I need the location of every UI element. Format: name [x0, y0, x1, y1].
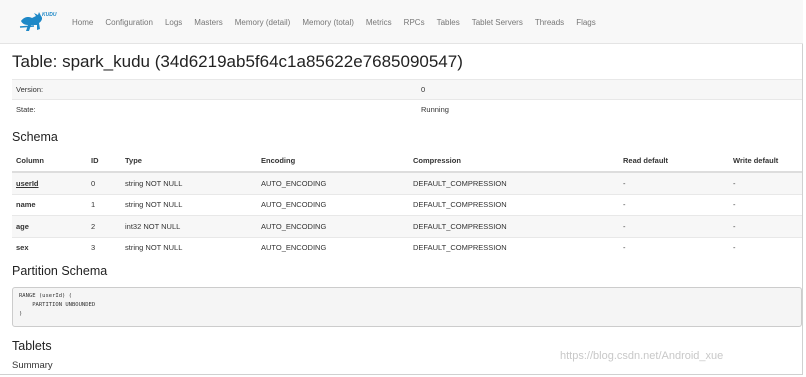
col-compression-cell: DEFAULT_COMPRESSION: [409, 236, 619, 258]
nav-item-flags[interactable]: Flags: [570, 18, 602, 27]
col-compression-cell: DEFAULT_COMPRESSION: [409, 193, 619, 216]
kudu-logo-icon[interactable]: KUDU: [18, 7, 58, 37]
col-name-cell: name: [12, 193, 87, 216]
column-header: Encoding: [257, 150, 409, 173]
col-name-cell: age: [12, 215, 87, 237]
nav-item-logs[interactable]: Logs: [159, 18, 188, 27]
col-write-default-cell: -: [729, 171, 802, 194]
col-read-default-cell: -: [619, 215, 729, 237]
tablets-heading: Tablets: [12, 339, 52, 353]
col-type-cell: int32 NOT NULL: [121, 215, 257, 237]
col-id-cell: 1: [87, 193, 121, 216]
nav-item-memory-total[interactable]: Memory (total): [296, 18, 360, 27]
col-read-default-cell: -: [619, 171, 729, 194]
info-row-state: State: Running: [12, 99, 802, 120]
col-name-cell: sex: [12, 236, 87, 258]
column-header: Column: [12, 150, 87, 173]
nav-item-rpcs[interactable]: RPCs: [398, 18, 431, 27]
nav-item-tablet-servers[interactable]: Tablet Servers: [466, 18, 529, 27]
col-encoding-cell: AUTO_ENCODING: [257, 215, 409, 237]
info-key: Version:: [12, 79, 417, 100]
col-type-cell: string NOT NULL: [121, 171, 257, 194]
partition-schema-box: RANGE (userId) ( PARTITION UNBOUNDED ): [12, 287, 802, 327]
nav-item-memory-detail[interactable]: Memory (detail): [229, 18, 297, 27]
partition-line: ): [19, 311, 23, 317]
col-encoding-cell: AUTO_ENCODING: [257, 193, 409, 216]
column-header: Write default: [729, 150, 802, 173]
nav-item-tables[interactable]: Tables: [431, 18, 466, 27]
partition-line: RANGE (userId) (: [19, 293, 72, 299]
nav-item-masters[interactable]: Masters: [188, 18, 228, 27]
col-name-cell: userId: [12, 171, 87, 194]
col-read-default-cell: -: [619, 236, 729, 258]
table-info: Version: 0 State: Running: [12, 79, 802, 120]
watermark: https://blog.csdn.net/Android_xue: [560, 350, 724, 362]
partition-line: PARTITION UNBOUNDED: [19, 302, 96, 308]
col-write-default-cell: -: [729, 193, 802, 216]
col-compression-cell: DEFAULT_COMPRESSION: [409, 171, 619, 194]
column-header: ID: [87, 150, 121, 173]
nav-item-home[interactable]: Home: [66, 18, 99, 27]
col-read-default-cell: -: [619, 193, 729, 216]
info-key: State:: [12, 99, 417, 120]
info-row-version: Version: 0: [12, 79, 802, 100]
page-title: Table: spark_kudu (34d6219ab5f64c1a85622…: [12, 52, 463, 71]
schema-heading: Schema: [12, 130, 58, 144]
nav-menu: Home Configuration Logs Masters Memory (deta…: [66, 0, 602, 44]
info-value: 0: [417, 79, 802, 100]
col-id-cell: 2: [87, 215, 121, 237]
column-header: Compression: [409, 150, 619, 173]
svg-text:KUDU: KUDU: [42, 12, 57, 18]
table-row: sex 3 string NOT NULL AUTO_ENCODING DEFAULT_…: [12, 236, 802, 258]
summary-label: Summary: [12, 360, 53, 371]
col-id-cell: 0: [87, 171, 121, 194]
table-row: userId 0 string NOT NULL AUTO_ENCODING DEFAU…: [12, 171, 802, 194]
table-row: name 1 string NOT NULL AUTO_ENCODING DEFAULT…: [12, 193, 802, 216]
col-write-default-cell: -: [729, 236, 802, 258]
column-header: Type: [121, 150, 257, 173]
nav-item-metrics[interactable]: Metrics: [360, 18, 398, 27]
column-header: Read default: [619, 150, 729, 173]
partition-schema-heading: Partition Schema: [12, 264, 108, 278]
col-encoding-cell: AUTO_ENCODING: [257, 171, 409, 194]
col-compression-cell: DEFAULT_COMPRESSION: [409, 215, 619, 237]
top-navbar: KUDU Home Configuration Logs Masters Memory …: [0, 0, 803, 44]
col-id-cell: 3: [87, 236, 121, 258]
table-row: age 2 int32 NOT NULL AUTO_ENCODING DEFAULT_C…: [12, 215, 802, 237]
col-type-cell: string NOT NULL: [121, 236, 257, 258]
col-write-default-cell: -: [729, 215, 802, 237]
schema-header-row: Column ID Type Encoding Compression Read…: [12, 150, 802, 173]
nav-item-configuration[interactable]: Configuration: [99, 18, 159, 27]
schema-table: Column ID Type Encoding Compression Read…: [12, 150, 802, 258]
col-type-cell: string NOT NULL: [121, 193, 257, 216]
nav-item-threads[interactable]: Threads: [529, 18, 570, 27]
info-value: Running: [417, 99, 802, 120]
col-encoding-cell: AUTO_ENCODING: [257, 236, 409, 258]
